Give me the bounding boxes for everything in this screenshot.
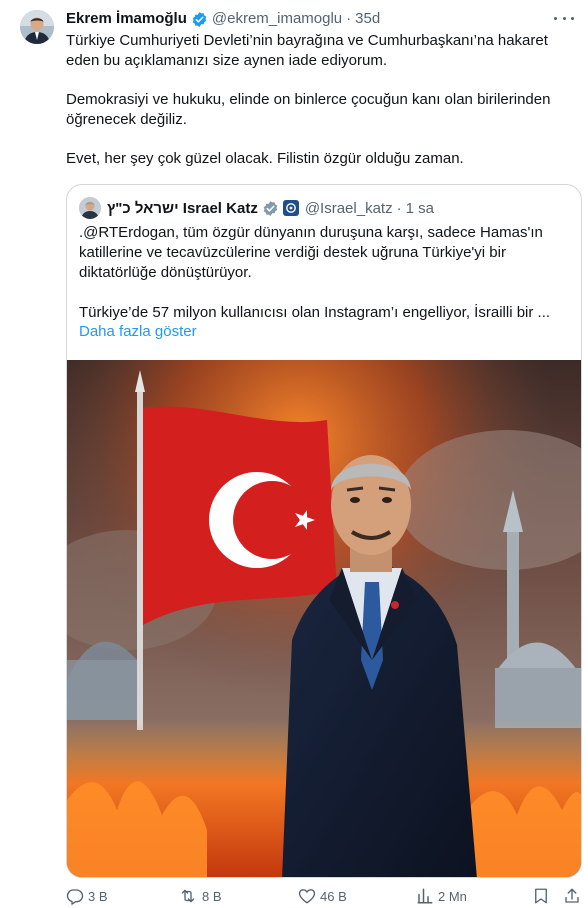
tweet-header: Ekrem İmamoğlu @ekrem_imamoglu · 35d [66, 8, 380, 30]
repost-icon [181, 889, 195, 903]
author-name[interactable]: Ekrem İmamoğlu [66, 9, 187, 29]
quoted-author-handle[interactable]: @Israel_katz [305, 200, 393, 217]
quoted-text: .@RTErdogan, tüm özgür dünyanın duruşuna… [79, 223, 571, 323]
separator-dot: · [346, 10, 352, 27]
quoted-paragraph: Türkiye’de 57 milyon kullanıcısı olan In… [79, 304, 551, 321]
like-button[interactable]: 46 B [298, 885, 347, 907]
reply-icon [66, 889, 84, 905]
more-options-icon[interactable] [554, 10, 574, 26]
bookmark-icon [535, 888, 547, 904]
analytics-icon [417, 888, 433, 904]
tweet-paragraph: Demokrasiyi ve hukuku, elinde on binlerc… [66, 91, 551, 128]
tweet-paragraph: Evet, her şey çok güzel olacak. Filistin… [66, 150, 464, 168]
tweet-paragraph: Türkiye Cumhuriyeti Devleti’nin bayrağın… [66, 32, 548, 69]
author-avatar[interactable] [20, 10, 54, 44]
repost-button[interactable]: 8 B [178, 885, 222, 907]
like-count: 46 B [320, 888, 347, 904]
show-more-link[interactable]: Daha fazla göster [79, 323, 197, 340]
tweet-text: Türkiye Cumhuriyeti Devleti’nin bayrağın… [66, 31, 576, 169]
heart-icon [298, 889, 316, 904]
views-count: 2 Mn [438, 888, 467, 904]
quoted-time[interactable]: 1 sa [406, 200, 434, 217]
quoted-header: ישראל כ"ץ Israel Katz @Israel_katz · 1 s… [79, 197, 434, 219]
quoted-paragraph: .@RTErdogan, tüm özgür dünyanın duruşuna… [79, 224, 543, 281]
reply-count: 3 B [88, 888, 108, 904]
views-button[interactable]: 2 Mn [416, 885, 467, 907]
quoted-author-name[interactable]: ישראל כ"ץ Israel Katz [107, 200, 258, 217]
government-affiliation-icon [282, 200, 299, 216]
author-handle[interactable]: @ekrem_imamoglu [212, 9, 342, 29]
ai-generated-image-icon [67, 360, 581, 877]
share-icon [565, 888, 579, 903]
action-bar: 3 B 8 B 46 B 2 Mn [66, 885, 584, 907]
tweet-time[interactable]: 35d [355, 9, 380, 29]
quoted-author-avatar[interactable] [79, 197, 101, 219]
quoted-image[interactable] [67, 360, 581, 877]
bookmark-button[interactable] [532, 885, 550, 907]
reply-button[interactable]: 3 B [66, 885, 108, 907]
verified-badge-icon [191, 11, 208, 28]
repost-count: 8 B [202, 888, 222, 904]
tweet[interactable]: Ekrem İmamoğlu @ekrem_imamoglu · 35d Tür… [0, 0, 588, 908]
share-button[interactable] [563, 885, 581, 907]
separator-dot: · [396, 199, 402, 217]
quoted-tweet[interactable]: ישראל כ"ץ Israel Katz @Israel_katz · 1 s… [66, 184, 582, 878]
gray-verified-badge-icon [262, 200, 279, 217]
